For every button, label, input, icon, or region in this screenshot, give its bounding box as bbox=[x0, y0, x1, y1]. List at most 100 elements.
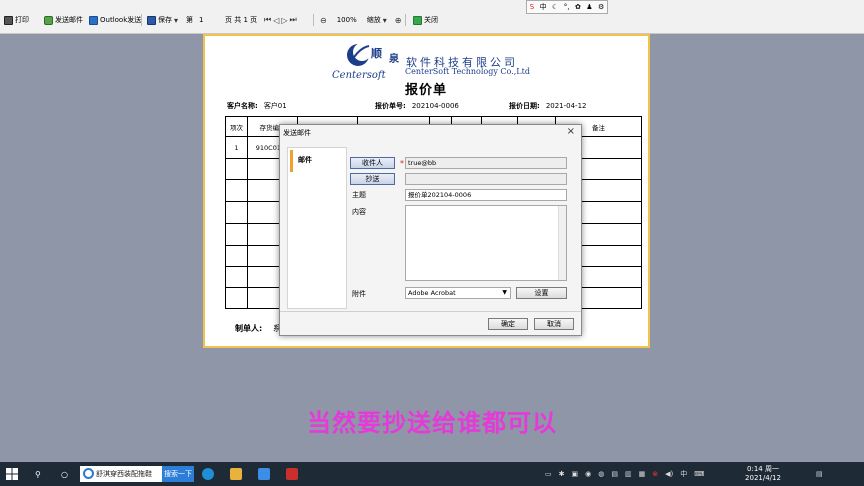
start-button[interactable] bbox=[6, 466, 18, 482]
dialog-divider bbox=[280, 311, 581, 312]
outlook-icon bbox=[89, 15, 98, 25]
tray-icon[interactable]: ▥ bbox=[625, 470, 632, 478]
volume-icon[interactable]: ◀) bbox=[665, 470, 673, 478]
ime-toolbar: S 中 ☾ °, ✿ ♟ ⚙ bbox=[526, 0, 608, 14]
recipient-field[interactable]: true@bb bbox=[405, 157, 567, 169]
taskbar-app-explorer[interactable] bbox=[230, 466, 242, 482]
system-tray: ▭ ✱ ▣ ◉ ◍ ▤ ▥ ▦ ⊗ ◀) 中 ⌨ bbox=[545, 468, 704, 480]
taskbar-app-erp[interactable] bbox=[286, 466, 298, 482]
next-page-icon[interactable]: ▷ bbox=[281, 16, 287, 25]
send-mail-button[interactable]: 发送邮件 bbox=[44, 14, 83, 26]
recipient-button[interactable]: 收件人 bbox=[350, 157, 395, 169]
cc-button[interactable]: 抄送 bbox=[350, 173, 395, 185]
ime-settings-icon[interactable]: ⚙ bbox=[598, 3, 604, 11]
toolbar-divider bbox=[313, 14, 314, 26]
quote-number-field: 报价单号: 202104-0006 bbox=[375, 102, 459, 110]
zoom-mode[interactable]: 缩放 bbox=[367, 15, 381, 25]
ime-user-icon[interactable]: ♟ bbox=[586, 3, 592, 11]
page-title: 报价单 bbox=[405, 83, 448, 98]
taskbar-app-edge[interactable] bbox=[202, 466, 214, 482]
tray-icon[interactable]: ◉ bbox=[585, 470, 591, 478]
save-icon bbox=[147, 15, 156, 25]
tab-mail[interactable]: 邮件 bbox=[290, 150, 346, 172]
ime-logo-icon[interactable]: S bbox=[530, 3, 534, 11]
page-field: 第 1 bbox=[186, 16, 204, 24]
ime-skin-icon[interactable]: ✿ bbox=[575, 3, 581, 11]
search-icon[interactable]: ⚲ bbox=[35, 466, 41, 482]
outlook-send-button[interactable]: Outlook发送 bbox=[89, 14, 141, 26]
zoom-value[interactable]: 100% bbox=[337, 16, 357, 24]
tray-icon[interactable]: ◍ bbox=[598, 470, 604, 478]
prev-page-icon[interactable]: ◁ bbox=[273, 16, 279, 25]
taskbar: ⚲ ○ 舒淇穿西装配拖鞋 搜索一下 ▭ ✱ ▣ ◉ ◍ ▤ ▥ ▦ ⊗ ◀) 中… bbox=[0, 462, 864, 486]
send-mail-dialog: 发送邮件 × 邮件 收件人 * true@bb 抄送 主题 报价单202104-… bbox=[279, 124, 582, 336]
last-page-icon[interactable]: ⏭ bbox=[290, 15, 297, 25]
app-icon bbox=[286, 468, 298, 480]
subject-field[interactable]: 报价单202104-0006 bbox=[405, 189, 567, 201]
chevron-down-icon: ▼ bbox=[502, 289, 507, 296]
attachment-label: 附件 bbox=[352, 290, 366, 298]
ie-icon bbox=[83, 468, 94, 479]
keyboard-icon[interactable]: ⌨ bbox=[694, 470, 704, 478]
dialog-sidebar: 邮件 bbox=[287, 147, 347, 309]
page-navigation: ⏮ ◁ ▷ ⏭ bbox=[264, 14, 297, 26]
column-header: 项次 bbox=[225, 116, 248, 137]
tray-icon[interactable]: ▣ bbox=[572, 470, 579, 478]
page-total: 页 共 1 页 bbox=[225, 16, 258, 24]
clock[interactable]: 0:14 周一 2021/4/12 bbox=[740, 465, 786, 483]
close-icon bbox=[413, 15, 422, 25]
chevron-down-icon: ▾ bbox=[174, 15, 179, 25]
notification-icon[interactable]: ▤ bbox=[816, 468, 823, 480]
maker-field: 制单人: 系 bbox=[235, 324, 281, 333]
cortana-icon[interactable]: ○ bbox=[61, 466, 68, 482]
attachment-select[interactable]: Adobe Acrobat ▼ bbox=[405, 287, 511, 299]
quote-date-field: 报价日期: 2021-04-12 bbox=[509, 102, 587, 110]
toolbar-divider bbox=[405, 14, 406, 26]
zoom-in-icon[interactable]: ⊕ bbox=[395, 16, 402, 25]
company-name-en: CenterSoft Technology Co.,Ltd bbox=[405, 67, 530, 76]
content-scrollbar[interactable] bbox=[558, 206, 566, 280]
close-button[interactable]: 关闭 bbox=[413, 14, 438, 26]
cc-field[interactable] bbox=[405, 173, 567, 185]
ime-moon-icon[interactable]: ☾ bbox=[552, 3, 558, 11]
folder-icon bbox=[230, 468, 242, 480]
first-page-icon[interactable]: ⏮ bbox=[264, 15, 271, 25]
tray-icon[interactable]: ⊗ bbox=[652, 470, 658, 478]
ime-punctuation-icon[interactable]: °, bbox=[564, 3, 570, 11]
page-number[interactable]: 1 bbox=[199, 16, 203, 24]
search-button[interactable]: 搜索一下 bbox=[162, 466, 194, 482]
bluetooth-icon[interactable]: ✱ bbox=[559, 470, 565, 478]
settings-button[interactable]: 设置 bbox=[516, 287, 567, 299]
customer-field: 客户名称: 客户01 bbox=[227, 102, 287, 110]
print-button[interactable]: 打印 bbox=[4, 14, 29, 26]
ime-language[interactable]: 中 bbox=[540, 2, 547, 12]
chevron-down-icon[interactable]: ▾ bbox=[383, 16, 387, 25]
zoom-controls: ⊖ 100% 缩放 ▾ ⊕ bbox=[320, 14, 401, 26]
cancel-button[interactable]: 取消 bbox=[534, 318, 574, 330]
close-icon[interactable]: × bbox=[567, 126, 575, 137]
browser-search-box[interactable]: 舒淇穿西装配拖鞋 bbox=[80, 466, 162, 482]
dialog-title: 发送邮件 bbox=[283, 129, 311, 137]
report-toolbar: 打印 发送邮件 Outlook发送 保存 ▾ 第 1 页 共 1 页 ⏮ ◁ ▷… bbox=[0, 0, 864, 34]
mail-icon bbox=[44, 15, 53, 25]
logo-wordmark: Centersoft bbox=[332, 70, 386, 81]
ok-button[interactable]: 确定 bbox=[488, 318, 528, 330]
save-button[interactable]: 保存 ▾ bbox=[147, 14, 178, 26]
edge-icon bbox=[202, 468, 214, 480]
store-icon bbox=[258, 468, 270, 480]
required-marker: * bbox=[400, 159, 404, 168]
toolbar-divider bbox=[141, 14, 142, 26]
content-label: 内容 bbox=[352, 208, 366, 216]
ime-language-indicator[interactable]: 中 bbox=[680, 469, 687, 479]
tray-icon[interactable]: ▤ bbox=[611, 470, 618, 478]
printer-icon bbox=[4, 15, 13, 25]
company-logo-icon bbox=[347, 43, 371, 66]
tray-icon[interactable]: ▭ bbox=[545, 470, 552, 478]
windows-logo-icon bbox=[6, 468, 18, 480]
content-textarea[interactable] bbox=[405, 205, 567, 281]
subject-label: 主题 bbox=[352, 191, 366, 199]
network-icon[interactable]: ▦ bbox=[639, 470, 646, 478]
taskbar-app-store[interactable] bbox=[258, 466, 270, 482]
zoom-out-icon[interactable]: ⊖ bbox=[320, 16, 327, 25]
logo-char-2: 泉 bbox=[389, 54, 399, 65]
